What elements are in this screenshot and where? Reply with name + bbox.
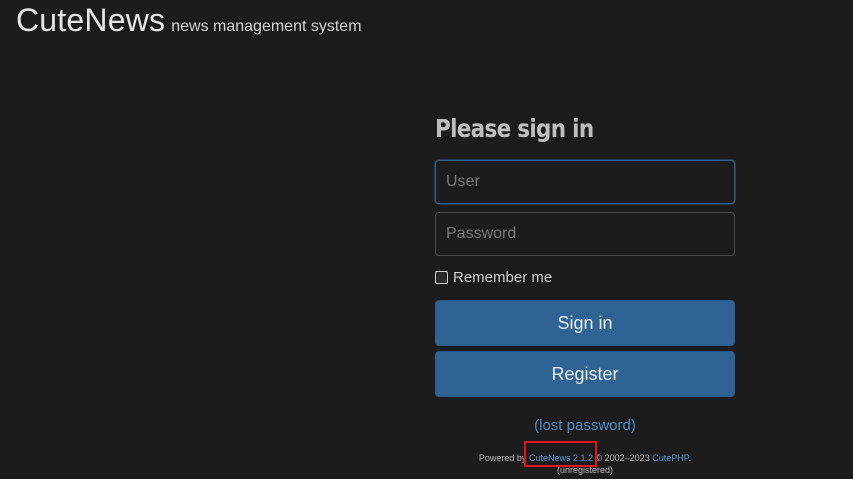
login-title: Please sign in [435, 114, 594, 143]
login-form: Please sign in Remember me Sign in Regis… [435, 112, 735, 434]
footer-powered-line: Powered by CuteNews 2.1.2 © 2002–2023 Cu… [435, 452, 735, 464]
copyright-text: © 2002–2023 [595, 453, 650, 463]
remember-me-row[interactable]: Remember me [435, 266, 735, 288]
lost-password-link[interactable]: (lost password) [435, 417, 735, 434]
sign-in-button[interactable]: Sign in [435, 300, 735, 346]
page-header: CuteNews news management system [16, 2, 362, 39]
brand-tagline: news management system [171, 18, 362, 35]
cutephp-link[interactable]: CutePHP [652, 453, 688, 463]
username-input[interactable] [435, 160, 735, 204]
cutenews-version-link[interactable]: CuteNews 2.1.2 [529, 453, 593, 463]
remember-me-label[interactable]: Remember me [453, 269, 552, 286]
powered-by-text: Powered by [478, 453, 527, 463]
footer: Powered by CuteNews 2.1.2 © 2002–2023 Cu… [435, 452, 735, 476]
footer-period: . [688, 453, 692, 463]
remember-me-checkbox[interactable] [435, 270, 448, 284]
license-status: (unregistered) [556, 465, 614, 475]
brand-logo-text: CuteNews [16, 2, 166, 38]
password-input[interactable] [435, 212, 735, 256]
register-button[interactable]: Register [435, 351, 735, 397]
